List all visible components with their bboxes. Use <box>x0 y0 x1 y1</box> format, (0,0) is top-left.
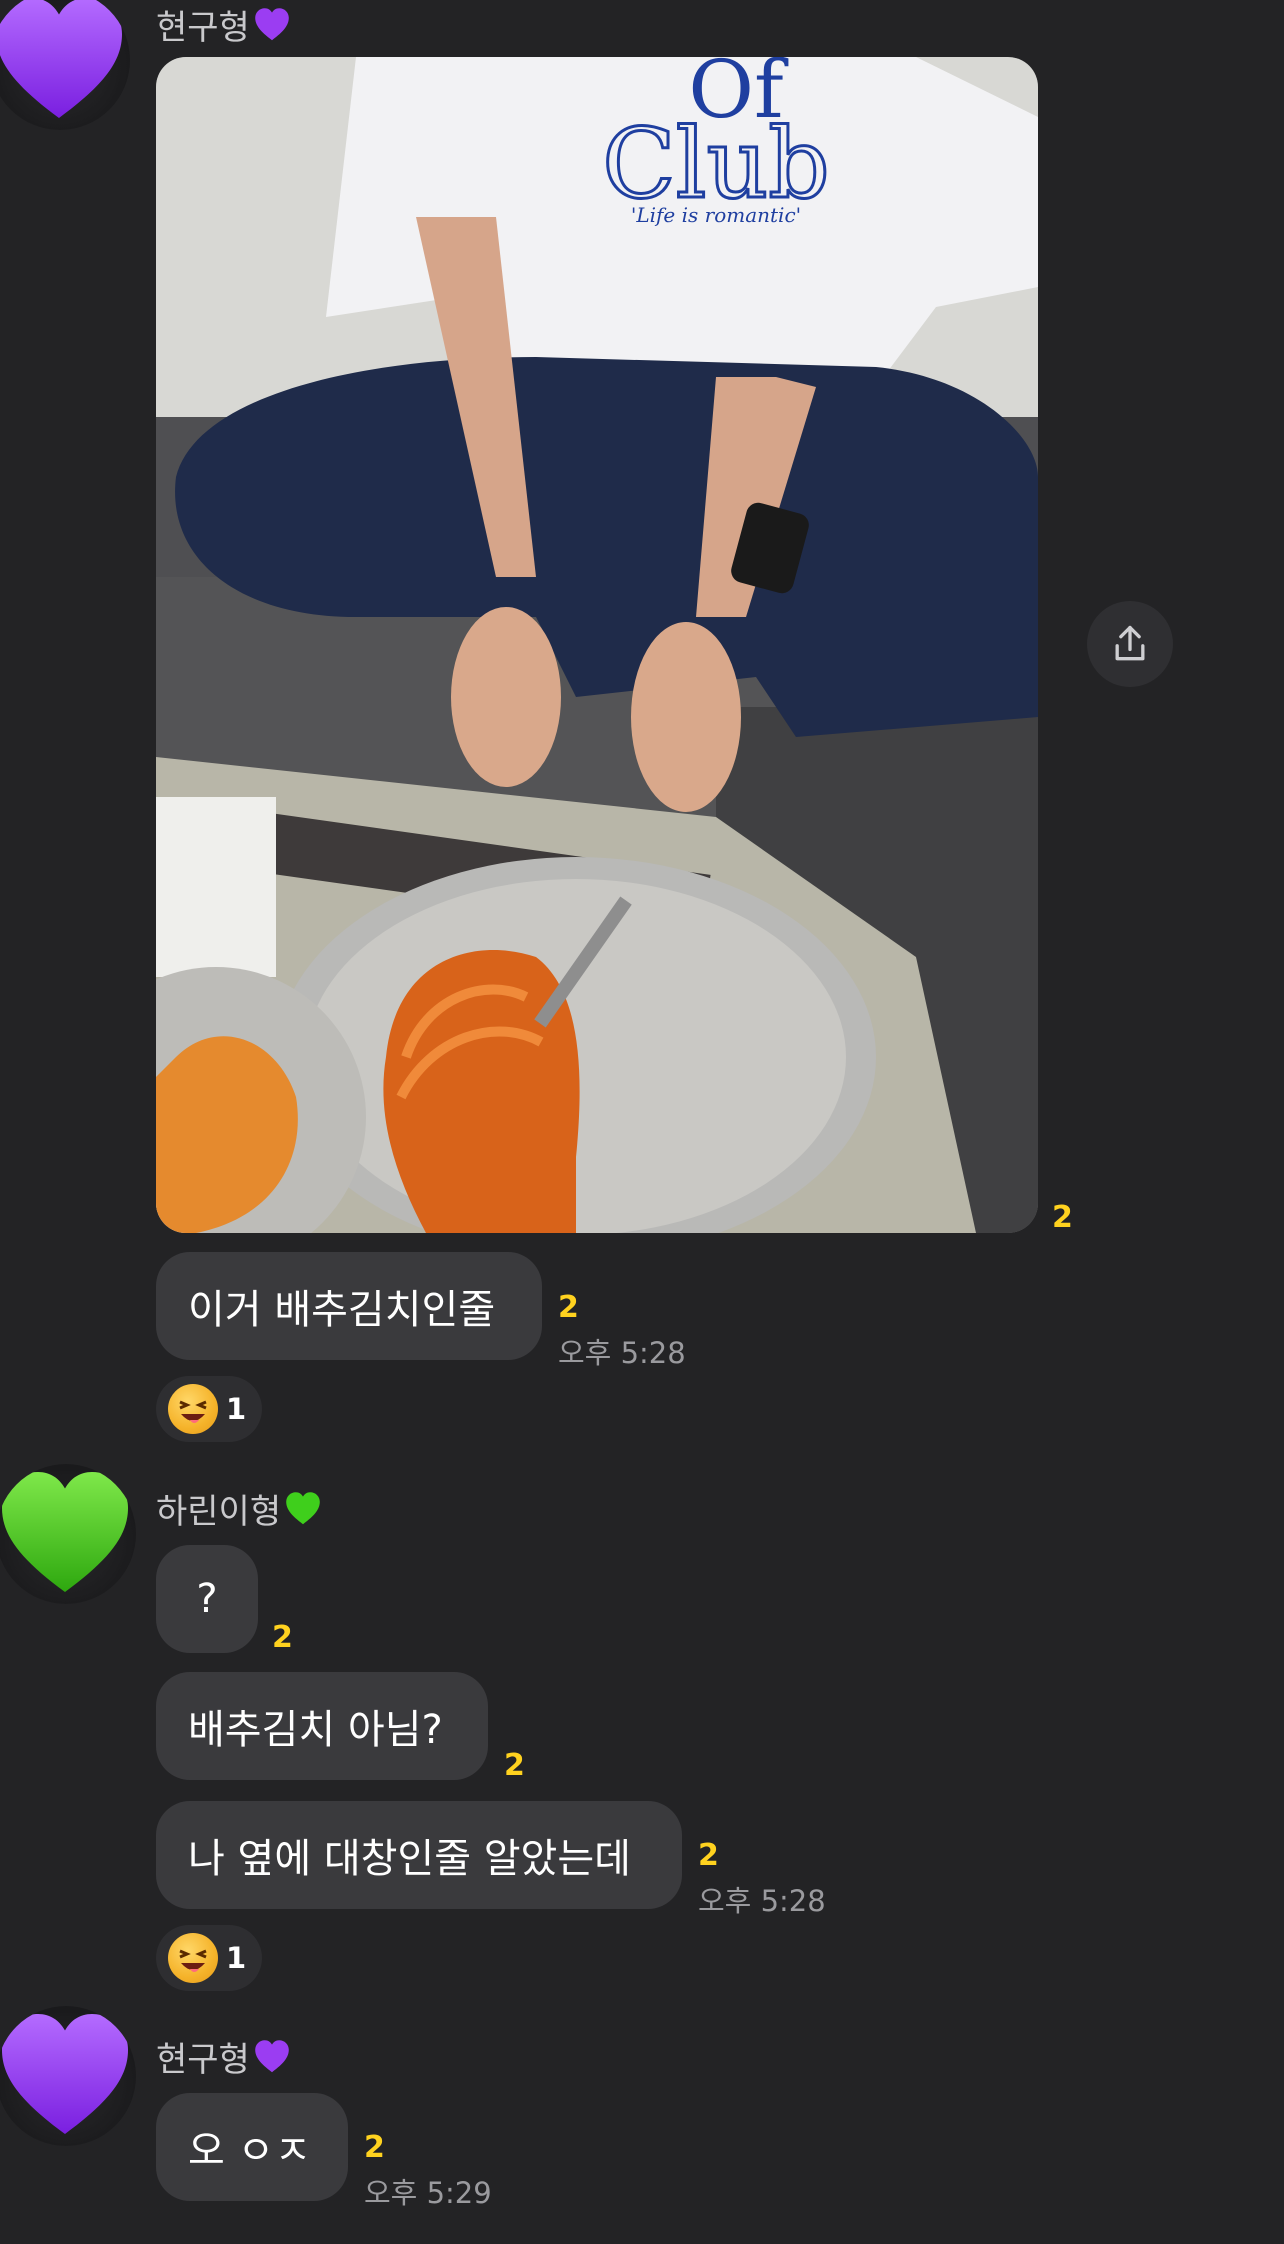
unread-count: 2 <box>272 1620 293 1655</box>
share-icon <box>1115 625 1145 661</box>
reaction-count: 1 <box>226 1392 247 1426</box>
photo-unread-count: 2 <box>1052 1200 1073 1235</box>
share-button[interactable] <box>1087 601 1173 687</box>
unread-count: 2 <box>558 1290 579 1325</box>
unread-count: 2 <box>364 2130 385 2165</box>
message-bubble[interactable]: 나 옆에 대창인줄 알았는데 <box>156 1801 682 1909</box>
reaction-count: 1 <box>226 1941 247 1975</box>
sender-label: 현구형 <box>156 2040 250 2080</box>
sender-name: 현구형 <box>156 0 292 49</box>
avatar-hyungu[interactable] <box>0 2006 136 2146</box>
sender-label: 하린이형 <box>156 1492 282 1532</box>
laughing-face-icon <box>168 1384 218 1434</box>
purple-heart-icon <box>0 0 122 118</box>
photo-message[interactable]: Of Club 'Life is romantic' <box>156 57 1038 1233</box>
message-bubble[interactable]: 이거 배추김치인줄 <box>156 1252 542 1360</box>
message-text: 오 ㅇㅈ <box>188 2128 312 2174</box>
sender-name: 하린이형 <box>156 1484 323 1533</box>
message-bubble[interactable]: 배추김치 아님? <box>156 1672 488 1780</box>
message-text: 배추김치 아님? <box>188 1707 443 1753</box>
laughing-face-icon <box>168 1933 218 1983</box>
reaction-badge[interactable]: 1 <box>156 1925 262 1991</box>
sender-label: 현구형 <box>156 8 250 48</box>
message-time: 오후 5:28 <box>698 1884 826 1918</box>
green-heart-icon <box>2 1472 128 1592</box>
unread-count: 2 <box>698 1838 719 1873</box>
purple-heart-icon <box>2 2014 128 2134</box>
reaction-badge[interactable]: 1 <box>156 1376 262 1442</box>
message-text: ? <box>196 1576 218 1622</box>
shirt-print-tagline: 'Life is romantic' <box>631 203 801 227</box>
avatar-hyungu[interactable] <box>0 0 130 130</box>
message-time: 오후 5:28 <box>558 1336 686 1370</box>
message-bubble[interactable]: ? <box>156 1545 258 1653</box>
avatar-harin[interactable] <box>0 1464 136 1604</box>
purple-heart-icon <box>255 7 289 40</box>
message-text: 나 옆에 대창인줄 알았는데 <box>188 1836 631 1882</box>
green-heart-icon <box>286 1491 320 1524</box>
sender-name: 현구형 <box>156 2032 292 2081</box>
unread-count: 2 <box>504 1748 525 1783</box>
purple-heart-icon <box>255 2039 289 2072</box>
message-text: 이거 배추김치인줄 <box>188 1287 496 1333</box>
message-time: 오후 5:29 <box>364 2176 492 2210</box>
message-bubble[interactable]: 오 ㅇㅈ <box>156 2093 348 2201</box>
